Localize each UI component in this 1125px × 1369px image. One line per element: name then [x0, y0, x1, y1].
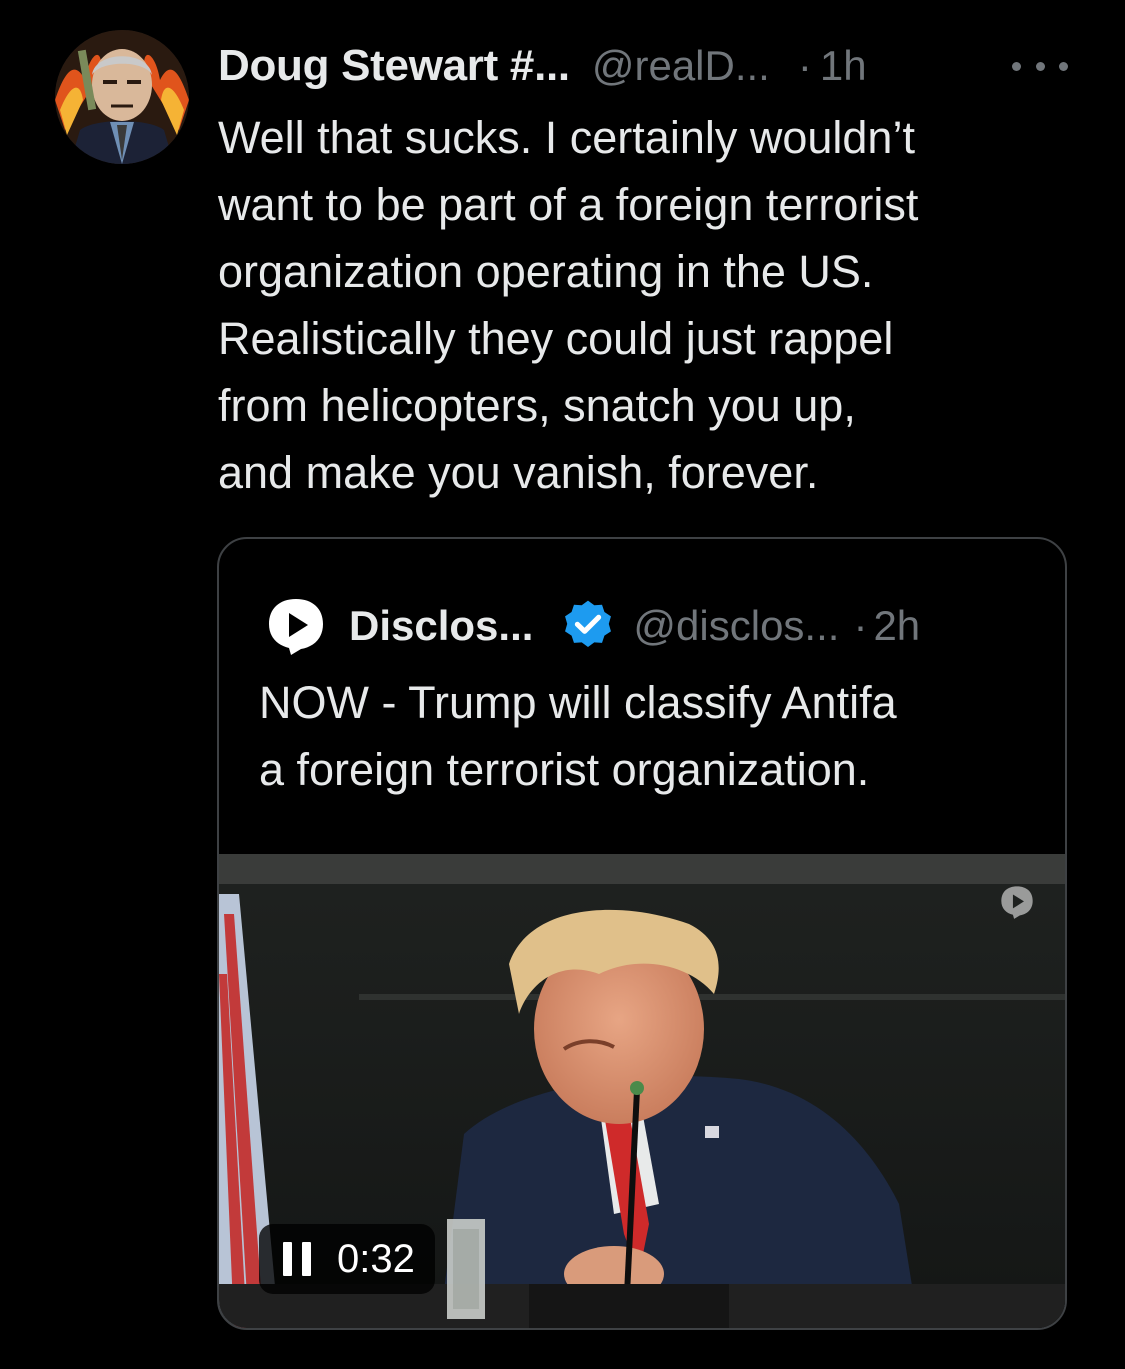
author-handle[interactable]: @realD... [592, 42, 770, 90]
quoted-post-timestamp[interactable]: 2h [873, 602, 920, 650]
verified-badge-icon [565, 600, 612, 648]
pause-icon[interactable] [283, 1242, 311, 1276]
quoted-post-text: NOW - Trump will classify Antifa a forei… [259, 669, 1039, 803]
quoted-post-header: Disclos... @disclos... · 2h [265, 595, 920, 657]
quoted-author-handle[interactable]: @disclos... [633, 602, 839, 650]
post-timestamp[interactable]: 1h [820, 42, 867, 90]
post-text-line: want to be part of a foreign terrorist [218, 179, 919, 230]
author-display-name[interactable]: Doug Stewart #... [218, 41, 570, 91]
more-horizontal-icon[interactable] [1012, 46, 1068, 86]
quoted-text-line: NOW - Trump will classify Antifa [259, 677, 897, 728]
separator-dot: · [853, 602, 868, 649]
separator-dot: · [797, 42, 812, 89]
video-playback-control[interactable]: 0:32 [259, 1224, 435, 1294]
post-text-line: Well that sucks. I certainly wouldn’t [218, 112, 915, 163]
channel-watermark-icon [1001, 886, 1033, 919]
video-elapsed-time: 0:32 [337, 1236, 415, 1281]
quoted-author-display-name[interactable]: Disclos... [349, 602, 533, 650]
disclose-tv-logo-icon[interactable] [265, 595, 327, 657]
post-text-line: from helicopters, snatch you up, [218, 380, 856, 431]
quoted-post-card[interactable]: Disclos... @disclos... · 2h NOW - Trump … [217, 537, 1067, 1330]
post-text-line: organization operating in the US. [218, 246, 874, 297]
post-text: Well that sucks. I certainly wouldn’t wa… [218, 104, 1098, 506]
quoted-text-line: a foreign terrorist organization. [259, 744, 870, 795]
author-avatar[interactable] [55, 30, 189, 164]
post-header: Doug Stewart #... @realD... · 1h [218, 38, 1078, 94]
video-player[interactable]: 0:32 [219, 854, 1065, 1328]
post-text-line: Realistically they could just rappel [218, 313, 894, 364]
post-text-line: and make you vanish, forever. [218, 447, 819, 498]
